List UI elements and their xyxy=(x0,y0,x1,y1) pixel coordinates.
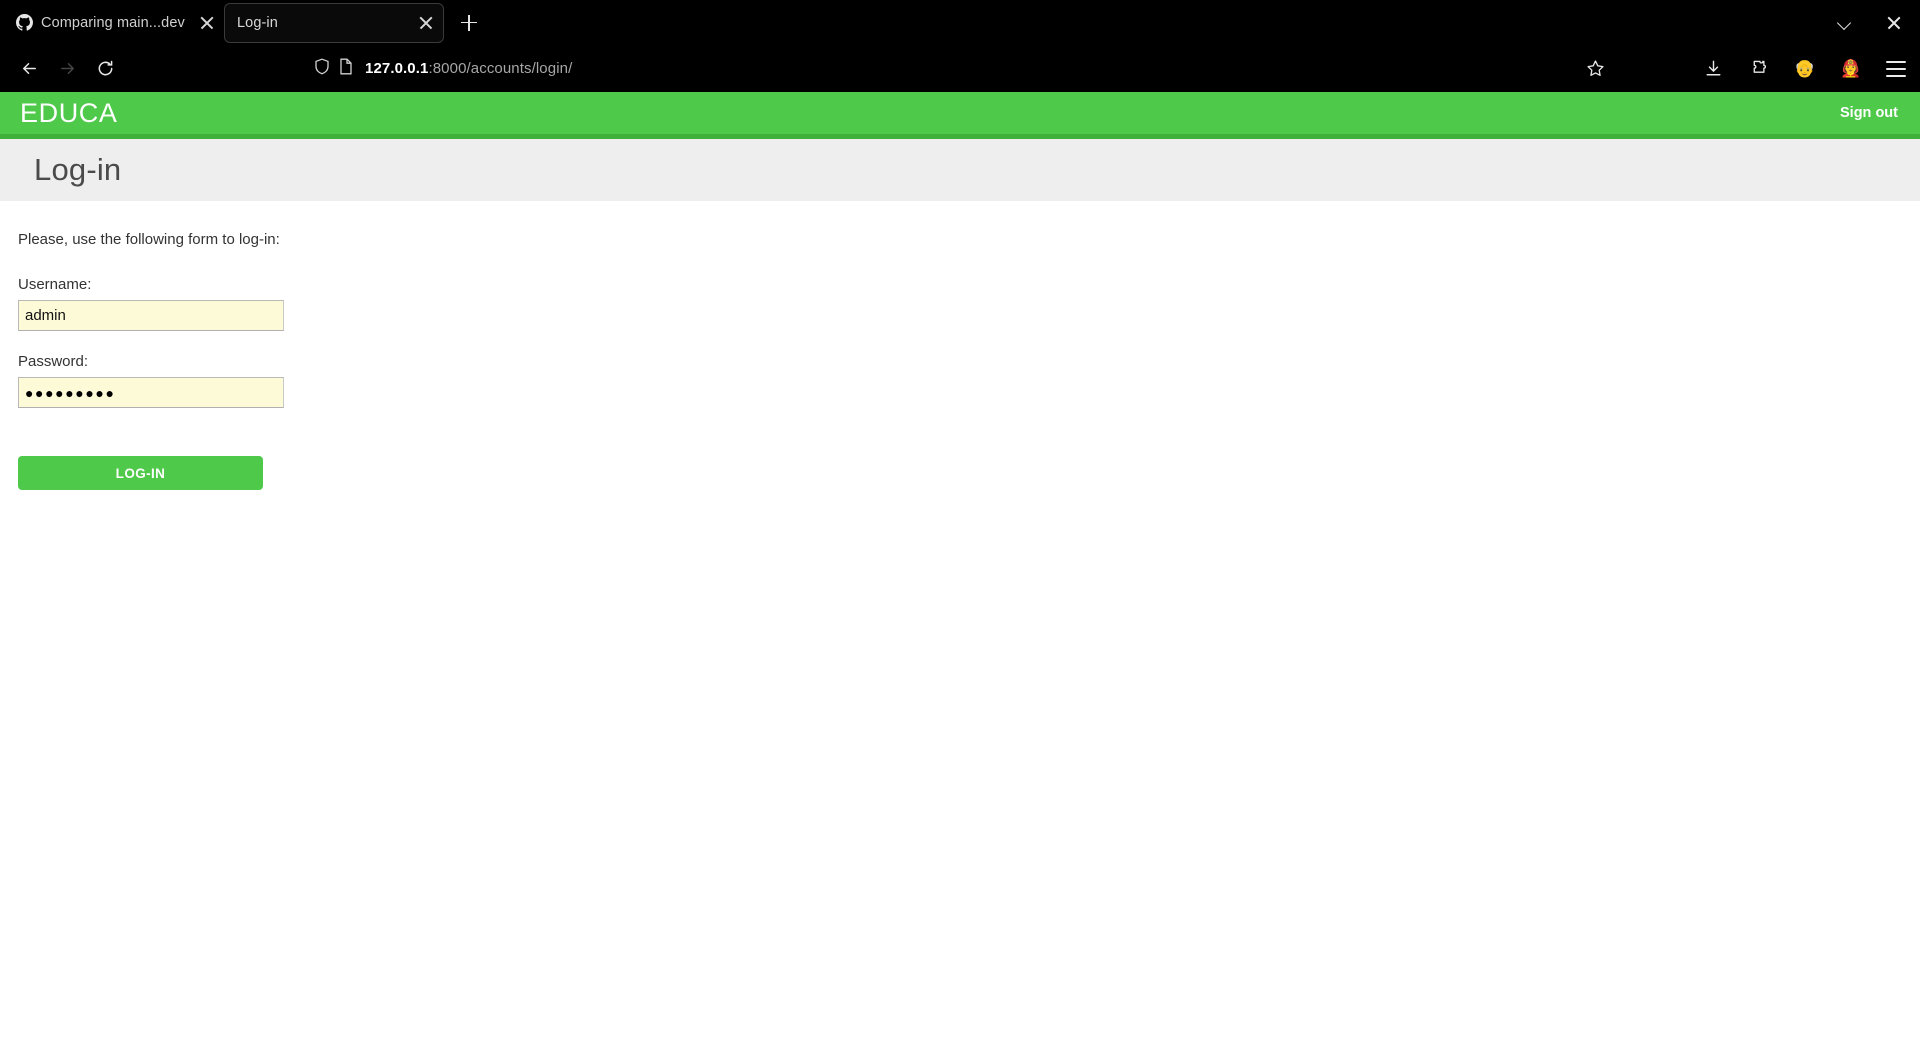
password-field-group: Password: ●●●●●●●●● xyxy=(18,353,1920,408)
page-content: Please, use the following form to log-in… xyxy=(0,201,1920,490)
hamburger-menu-icon[interactable] xyxy=(1886,60,1906,77)
browser-window: Comparing main...dev · In\ Log-in xyxy=(0,0,1920,1048)
account-avatar-icon[interactable]: 👴 xyxy=(1794,58,1816,80)
site-brand[interactable]: EDUCA xyxy=(20,99,118,127)
menu-bar-1 xyxy=(1886,60,1906,63)
download-icon[interactable] xyxy=(1702,58,1724,80)
site-header: EDUCA Sign out xyxy=(0,92,1920,139)
star-icon[interactable] xyxy=(1578,52,1612,86)
username-label: Username: xyxy=(18,276,92,293)
avatar: 👴 xyxy=(1794,59,1816,78)
navigation-toolbar: 127.0.0.1:8000/accounts/login/ xyxy=(0,45,1920,92)
back-arrow-icon[interactable] xyxy=(10,50,48,88)
log-in-button[interactable]: LOG-IN xyxy=(18,456,263,490)
page-title: Log-in xyxy=(34,152,122,187)
tab-log-in[interactable]: Log-in xyxy=(224,2,444,43)
window-close-icon[interactable] xyxy=(1886,15,1902,31)
new-tab-button[interactable] xyxy=(452,6,486,40)
page-title-band: Log-in xyxy=(0,139,1920,201)
sign-out-link[interactable]: Sign out xyxy=(1840,105,1898,121)
url-bar-icons xyxy=(314,58,353,80)
puzzle-piece-icon[interactable] xyxy=(1748,58,1770,80)
url-bar[interactable]: 127.0.0.1:8000/accounts/login/ xyxy=(132,52,1612,86)
forward-arrow-icon[interactable] xyxy=(48,50,86,88)
page-icon[interactable] xyxy=(339,58,353,80)
chevron-down-icon[interactable] xyxy=(1838,16,1852,30)
username-input[interactable]: admin xyxy=(18,300,284,331)
menu-bar-3 xyxy=(1886,74,1906,77)
username-field-group: Username: admin xyxy=(18,276,1920,331)
url-text: 127.0.0.1:8000/accounts/login/ xyxy=(365,60,572,77)
intro-text: Please, use the following form to log-in… xyxy=(18,231,280,248)
tab-title: Log-in xyxy=(237,14,278,31)
tabstrip-controls xyxy=(1838,15,1920,31)
url-host: 127.0.0.1 xyxy=(365,60,429,77)
password-value: ●●●●●●●●● xyxy=(25,384,116,401)
container-avatar-icon[interactable]: 🧑‍🚒 xyxy=(1840,58,1862,80)
tab-github-compare[interactable]: Comparing main...dev · In\ xyxy=(4,3,224,43)
url-path: :8000/accounts/login/ xyxy=(428,60,573,77)
reload-icon[interactable] xyxy=(86,50,124,88)
username-value: admin xyxy=(25,307,66,324)
close-icon[interactable] xyxy=(198,14,216,32)
password-label: Password: xyxy=(18,353,89,370)
menu-bar-2 xyxy=(1886,67,1906,70)
tab-title: Comparing main...dev · In\ xyxy=(41,14,190,31)
close-icon[interactable] xyxy=(417,14,435,32)
browser-chrome: Comparing main...dev · In\ Log-in xyxy=(0,0,1920,92)
tab-strip: Comparing main...dev · In\ Log-in xyxy=(0,0,1920,45)
password-input[interactable]: ●●●●●●●●● xyxy=(18,377,284,408)
browser-toolbar-actions: 👴 🧑‍🚒 xyxy=(1612,58,1906,80)
github-icon xyxy=(16,14,33,31)
shield-icon[interactable] xyxy=(314,58,330,80)
avatar: 🧑‍🚒 xyxy=(1840,59,1862,78)
page-viewport: EDUCA Sign out Log-in Please, use the fo… xyxy=(0,92,1920,1048)
